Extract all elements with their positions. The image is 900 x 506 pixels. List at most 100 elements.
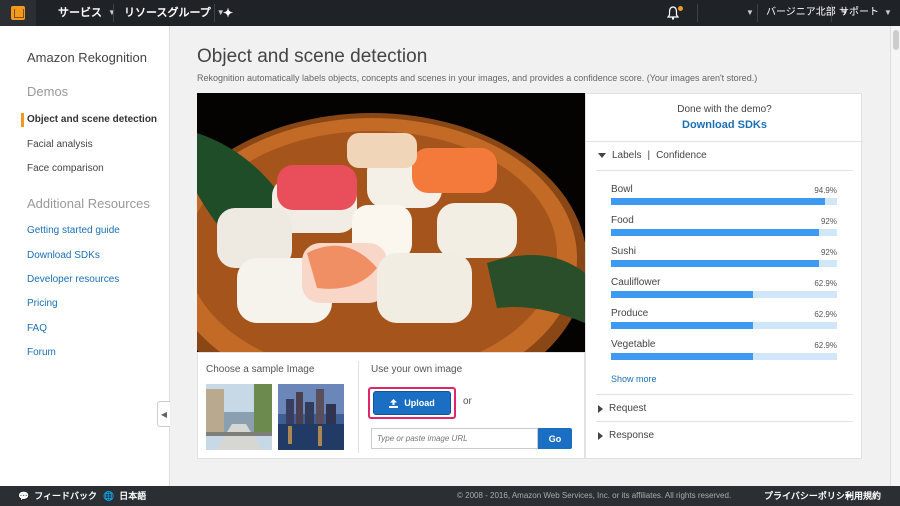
label-confidence-value: 94.9% xyxy=(814,186,837,195)
pin-icon[interactable]: ✦ xyxy=(223,0,233,26)
caret-down-icon xyxy=(598,153,606,158)
confidence-bar-fill xyxy=(611,229,819,236)
sidebar-item-object-scene-detection[interactable]: Object and scene detection xyxy=(27,114,157,125)
speech-bubble-icon: 💬 xyxy=(18,491,30,501)
labels-separator: | xyxy=(647,150,651,161)
privacy-policy-link[interactable]: プライバシーポリシー xyxy=(764,486,854,506)
sample-image-street[interactable] xyxy=(206,384,272,450)
panel-divider xyxy=(358,361,359,453)
label-confidence-value: 62.9% xyxy=(814,310,837,319)
page-scrollbar[interactable] xyxy=(890,26,900,486)
region-label: バージニア北部 xyxy=(766,7,836,18)
label-confidence-value: 92% xyxy=(820,248,837,257)
sidebar-collapse-button[interactable]: ◀ xyxy=(157,401,170,427)
label-row: Sushi 92% xyxy=(611,246,837,274)
region-menu[interactable]: バージニア北部 ▼ xyxy=(766,0,849,26)
active-indicator xyxy=(21,113,24,127)
download-sdks-link[interactable]: Download SDKs xyxy=(586,119,863,131)
request-divider xyxy=(596,394,853,395)
sidebar-item-download-sdks[interactable]: Download SDKs xyxy=(27,250,100,261)
response-section-toggle[interactable]: Response xyxy=(598,430,654,441)
confidence-bar-track xyxy=(611,198,837,205)
sidebar-item-pricing[interactable]: Pricing xyxy=(27,298,58,309)
confidence-bar-fill xyxy=(611,260,819,267)
labels-section-toggle[interactable]: Labels | Confidence xyxy=(598,150,707,161)
confidence-header: Confidence xyxy=(656,150,707,161)
footer: 💬 フィードバック 🌐 日本語 © 2008 - 2016, Amazon We… xyxy=(0,486,900,506)
sample-image-skyline[interactable] xyxy=(278,384,344,450)
resource-groups-menu[interactable]: リソースグループ ▼ xyxy=(124,0,225,26)
chevron-down-icon: ▼ xyxy=(108,8,116,17)
label-row: Bowl 94.9% xyxy=(611,184,837,212)
labels-header: Labels xyxy=(612,150,642,161)
image-url-input[interactable] xyxy=(371,428,538,449)
confidence-bar-track xyxy=(611,291,837,298)
or-text: or xyxy=(463,396,472,407)
support-menu[interactable]: サポート ▼ xyxy=(839,0,892,26)
own-image-title: Use your own image xyxy=(371,364,463,375)
chevron-down-icon: ▼ xyxy=(746,8,754,17)
notification-dot xyxy=(678,6,683,11)
nav-divider xyxy=(757,4,758,22)
label-confidence-value: 92% xyxy=(820,217,837,226)
upload-label: Upload xyxy=(404,398,435,408)
analyzed-image xyxy=(197,93,585,352)
language-label: 日本語 xyxy=(119,491,147,501)
panel-divider xyxy=(586,141,863,142)
services-label: サービス xyxy=(58,7,102,19)
label-confidence-value: 62.9% xyxy=(814,279,837,288)
page-subtitle: Rekognition automatically labels objects… xyxy=(197,73,758,83)
response-divider xyxy=(596,421,853,422)
labels-divider xyxy=(596,170,853,171)
sidebar-item-faq[interactable]: FAQ xyxy=(27,323,47,334)
label-confidence-value: 62.9% xyxy=(814,341,837,350)
globe-icon: 🌐 xyxy=(103,491,115,501)
sidebar-item-getting-started[interactable]: Getting started guide xyxy=(27,225,120,236)
label-name: Food xyxy=(611,215,634,226)
confidence-bar-fill xyxy=(611,198,825,205)
language-selector[interactable]: 🌐 日本語 xyxy=(103,486,146,506)
nav-divider xyxy=(113,4,114,22)
response-label: Response xyxy=(609,430,655,441)
label-row: Vegetable 62.9% xyxy=(611,339,837,367)
aws-cube-icon xyxy=(11,6,25,20)
sidebar-title: Amazon Rekognition xyxy=(27,50,147,65)
label-name: Bowl xyxy=(611,184,633,195)
sidebar-item-developer-resources[interactable]: Developer resources xyxy=(27,274,119,285)
account-menu[interactable]: ▼ xyxy=(746,0,754,26)
image-source-panel: Choose a sample Image Use your own image xyxy=(197,352,585,459)
label-name: Sushi xyxy=(611,246,637,257)
confidence-bar-track xyxy=(611,322,837,329)
sidebar-item-facial-analysis[interactable]: Facial analysis xyxy=(27,139,93,150)
label-row: Food 92% xyxy=(611,215,837,243)
label-name: Produce xyxy=(611,308,649,319)
caret-right-icon xyxy=(598,431,603,440)
services-menu[interactable]: サービス ▼ xyxy=(58,0,116,26)
aws-logo[interactable] xyxy=(0,0,36,26)
confidence-bar-fill xyxy=(611,291,753,298)
sidebar-item-face-comparison[interactable]: Face comparison xyxy=(27,163,104,174)
top-navigation-bar: サービス ▼ リソースグループ ▼ ✦ ▼ バージニア北部 ▼ サポート ▼ xyxy=(0,0,900,26)
label-row: Produce 62.9% xyxy=(611,308,837,336)
additional-resources-heading: Additional Resources xyxy=(27,196,150,211)
nav-divider xyxy=(214,4,215,22)
request-section-toggle[interactable]: Request xyxy=(598,403,646,414)
copyright-text: © 2008 - 2016, Amazon Web Services, Inc.… xyxy=(457,491,732,500)
chevron-down-icon: ▼ xyxy=(884,8,892,17)
upload-icon xyxy=(389,398,399,408)
nav-divider xyxy=(697,4,698,22)
demos-heading: Demos xyxy=(27,84,69,99)
label-name: Vegetable xyxy=(611,339,656,350)
go-button[interactable]: Go xyxy=(538,428,572,449)
caret-right-icon xyxy=(598,404,603,413)
sidebar-item-forum[interactable]: Forum xyxy=(27,347,56,358)
feedback-label: フィードバック xyxy=(34,491,98,501)
sample-image-title: Choose a sample Image xyxy=(206,364,315,375)
request-label: Request xyxy=(609,403,647,414)
terms-link[interactable]: 利用規約 xyxy=(845,486,881,506)
scrollbar-thumb[interactable] xyxy=(893,30,899,50)
upload-button[interactable]: Upload xyxy=(373,391,451,415)
show-more-link[interactable]: Show more xyxy=(611,374,657,384)
feedback-link[interactable]: 💬 フィードバック xyxy=(18,486,97,506)
page-title: Object and scene detection xyxy=(197,46,428,67)
